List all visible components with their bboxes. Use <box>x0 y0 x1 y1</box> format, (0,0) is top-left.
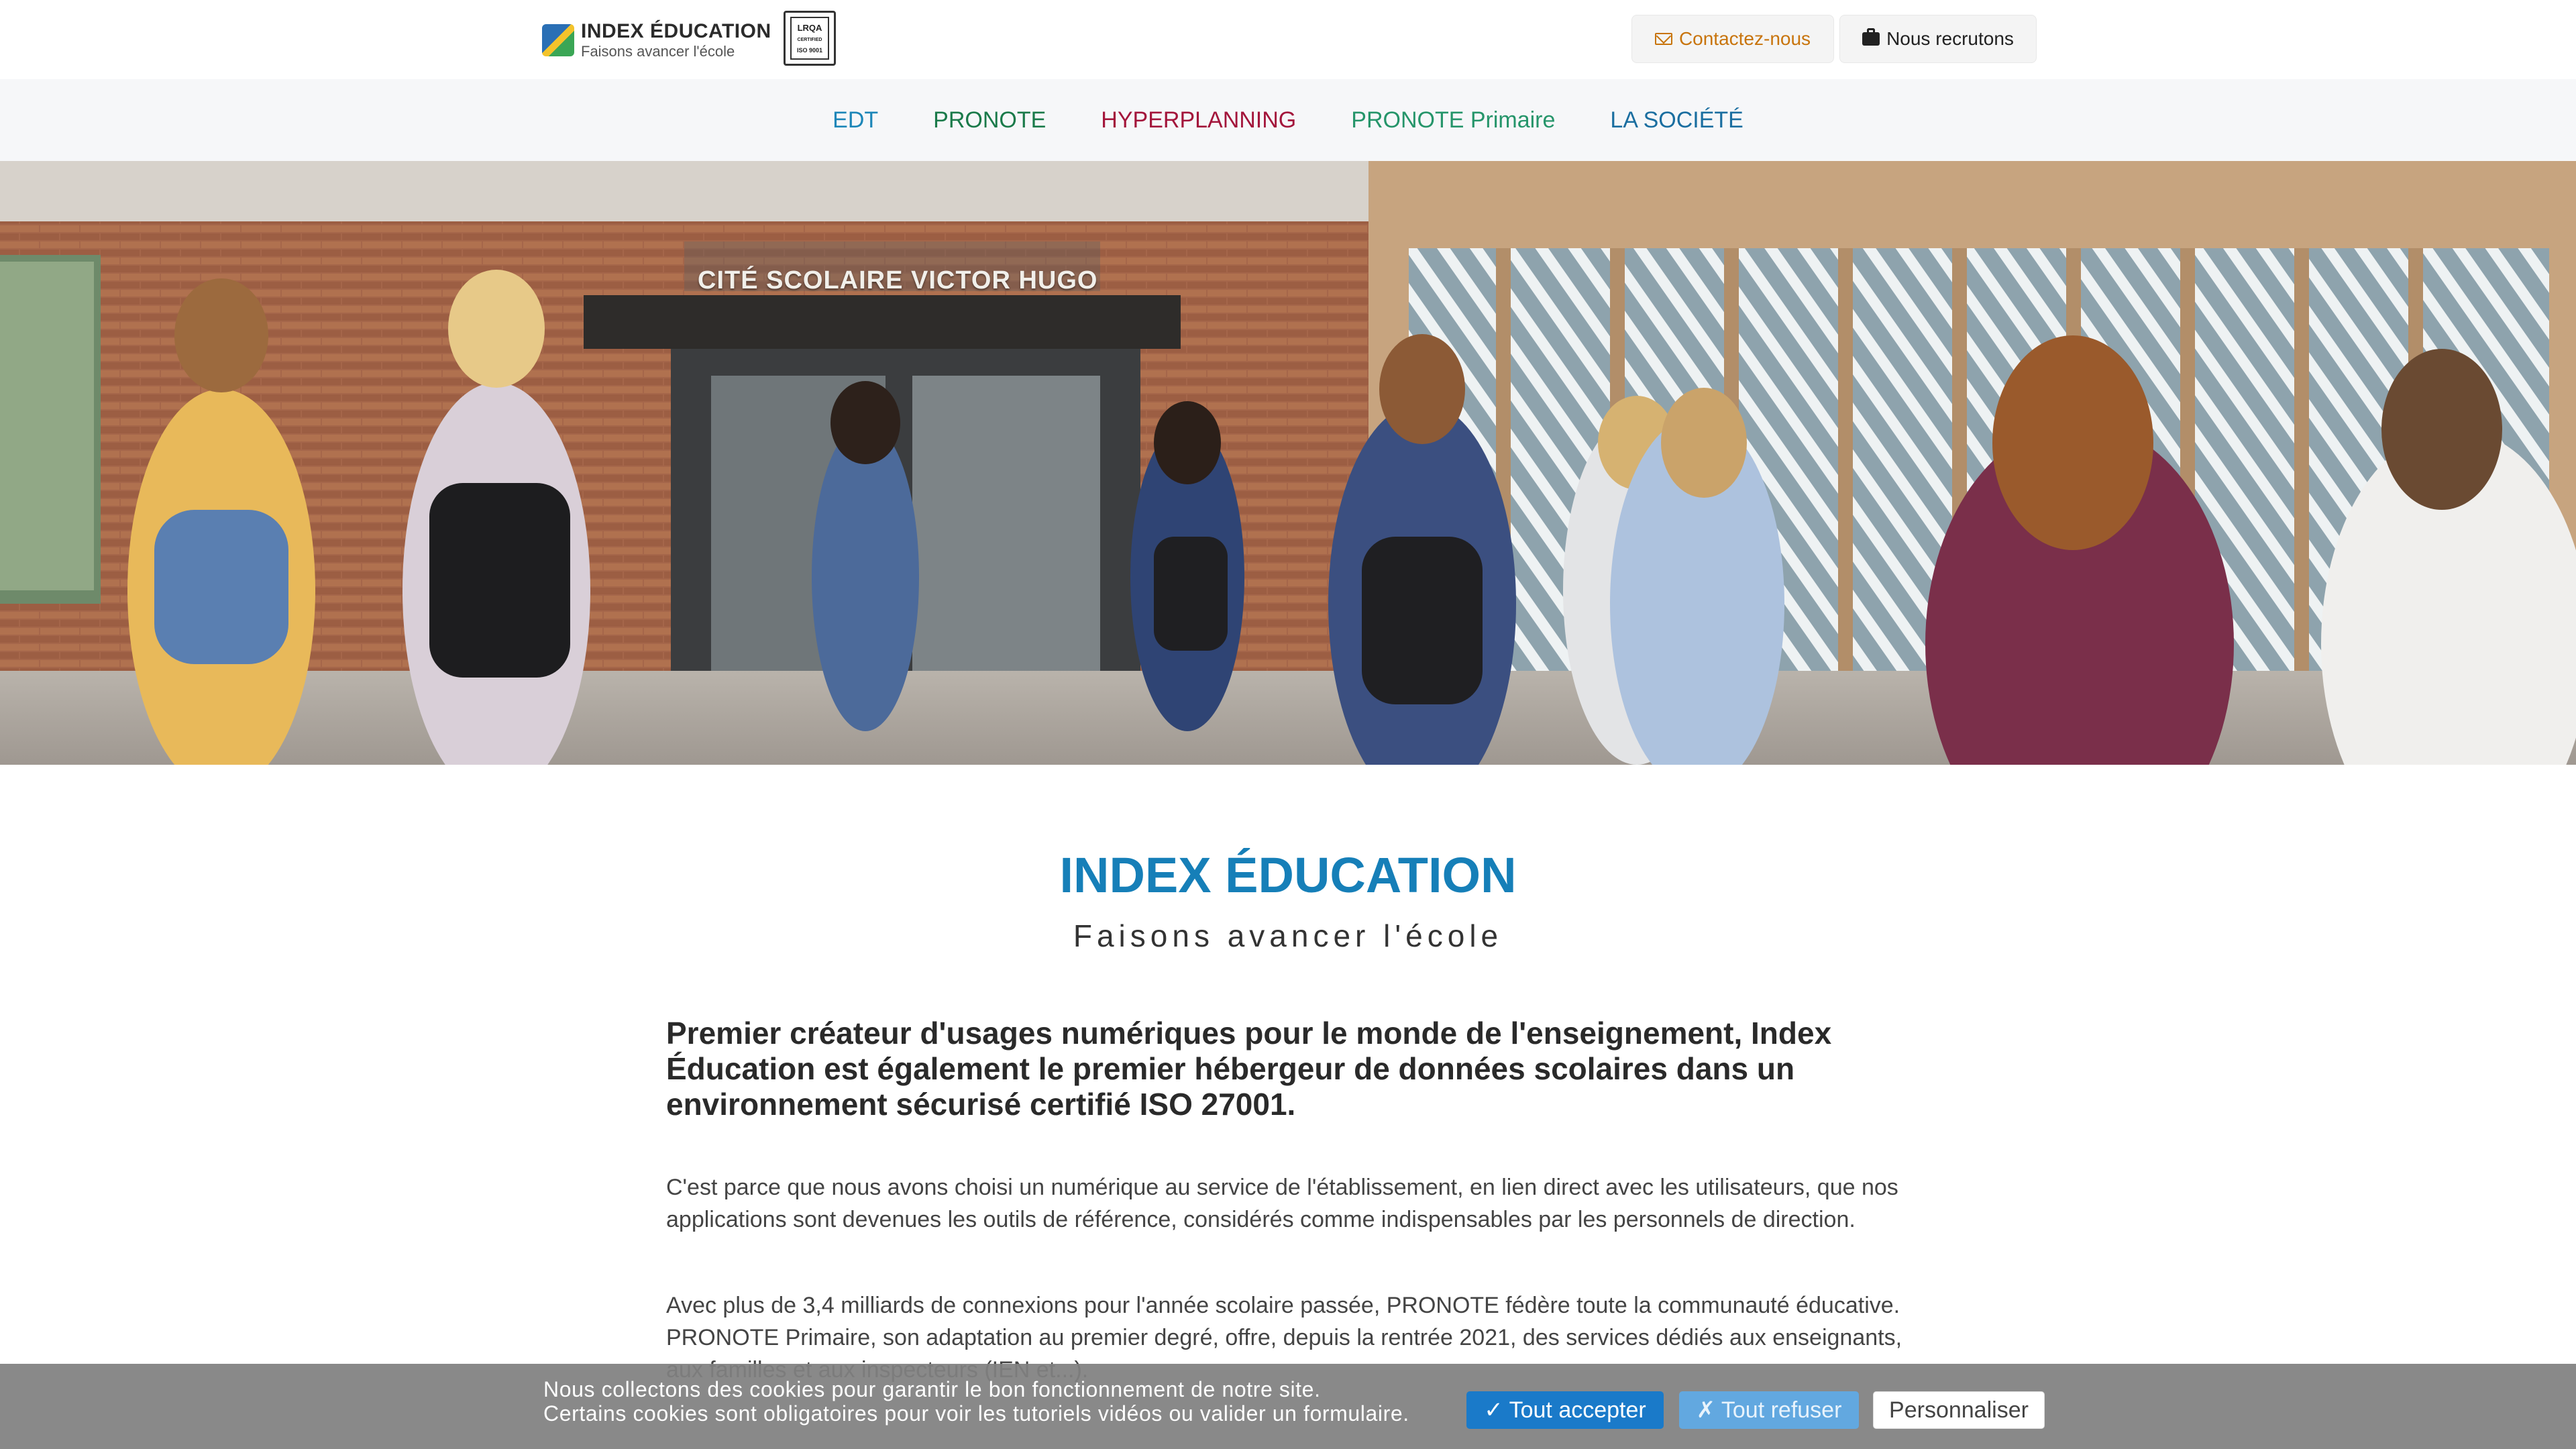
index-education-logo[interactable]: INDEX ÉDUCATION Faisons avancer l'école <box>542 21 771 59</box>
lead-paragraph: Premier créateur d'usages numériques pou… <box>666 1016 1832 1122</box>
careers-label: Nous recrutons <box>1886 28 2014 49</box>
nav-item-la-societe[interactable]: LA SOCIÉTÉ <box>1610 107 1743 133</box>
hero-illustration <box>0 161 2576 765</box>
page-title: INDEX ÉDUCATION <box>1059 847 1517 903</box>
nav-item-edt[interactable]: EDT <box>833 107 878 133</box>
nav-item-hyperplanning[interactable]: HYPERPLANNING <box>1101 107 1296 133</box>
school-sign: CITÉ SCOLAIRE VICTOR HUGO <box>698 266 1098 294</box>
logo-text: INDEX ÉDUCATION Faisons avancer l'école <box>581 21 771 59</box>
logo-name: INDEX ÉDUCATION <box>581 20 771 42</box>
customize-cookies-button[interactable]: Personnaliser <box>1873 1391 2045 1429</box>
body-paragraph-1: C'est parce que nous avons choisi un num… <box>666 1175 1898 1232</box>
logo-tagline: Faisons avancer l'école <box>581 43 735 60</box>
refuse-all-cookies-button[interactable]: ✗ Tout refuser <box>1679 1391 1859 1429</box>
nav-item-pronote[interactable]: PRONOTE <box>933 107 1046 133</box>
briefcase-icon <box>1862 28 1880 46</box>
hero-photo: CITÉ SCOLAIRE VICTOR HUGO <box>0 161 2576 765</box>
cookie-message: Nous collectons des cookies pour garanti… <box>543 1377 1409 1426</box>
envelope-icon <box>1654 33 1672 45</box>
logo-mark-icon <box>542 24 574 56</box>
top-bar: INDEX ÉDUCATION Faisons avancer l'école … <box>0 0 2576 79</box>
main-navigation: EDT PRONOTE HYPERPLANNING PRONOTE Primai… <box>0 79 2576 161</box>
nav-item-pronote-primaire[interactable]: PRONOTE Primaire <box>1351 107 1555 133</box>
careers-button[interactable]: Nous recrutons <box>1839 15 2037 63</box>
cookie-message-line-1: Nous collectons des cookies pour garanti… <box>543 1377 1321 1401</box>
cookie-banner: Nous collectons des cookies pour garanti… <box>0 1364 2576 1449</box>
cert-mid: CERTIFIED <box>797 37 822 42</box>
iso-certification-badge: LRQA CERTIFIED ISO 9001 <box>784 11 836 66</box>
contact-us-button[interactable]: Contactez-nous <box>1631 15 1834 63</box>
page-subtitle: Faisons avancer l'école <box>1073 918 1503 953</box>
accept-all-cookies-button[interactable]: ✓ Tout accepter <box>1466 1391 1664 1429</box>
cert-top: LRQA <box>797 23 822 34</box>
cert-bottom: ISO 9001 <box>796 46 823 54</box>
cookie-message-line-2: Certains cookies sont obligatoires pour … <box>543 1401 1409 1426</box>
contact-us-label: Contactez-nous <box>1678 28 1811 49</box>
